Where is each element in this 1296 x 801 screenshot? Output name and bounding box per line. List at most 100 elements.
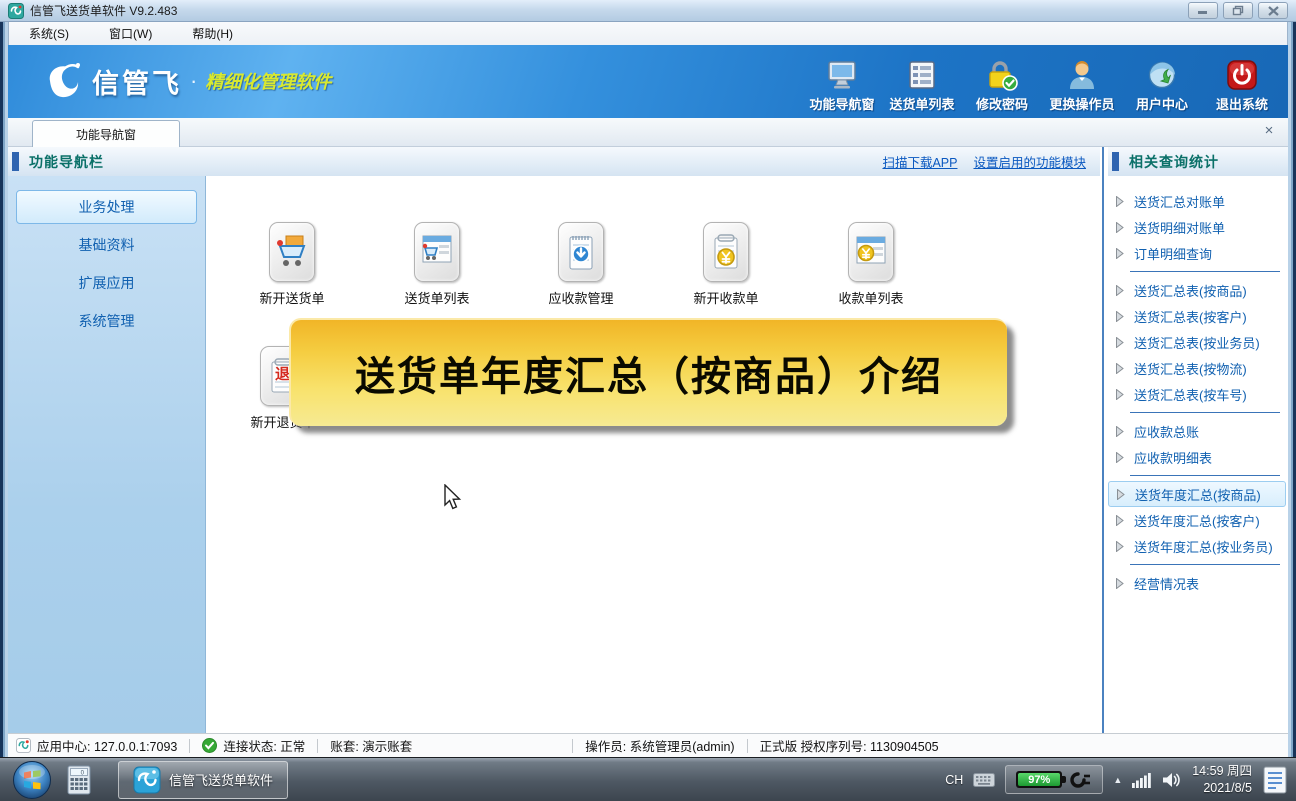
download-app-link[interactable]: 扫描下载APP: [882, 152, 957, 171]
window-title: 信管飞送货单软件 V9.2.483: [30, 2, 177, 19]
status-license: 正式版 授权序列号: 1130904505: [760, 736, 939, 755]
shortcut-receipt-list[interactable]: 收款单列表: [823, 222, 919, 307]
status-account: 账套: 演示账套: [330, 736, 412, 755]
shortcut-label: 收款单列表: [838, 288, 903, 307]
battery-percent: 97%: [1028, 774, 1050, 786]
separator: [572, 739, 573, 753]
shortcut-new-delivery[interactable]: 新开送货单: [244, 222, 340, 307]
calculator-icon[interactable]: 0: [66, 764, 92, 796]
divider: [1130, 564, 1280, 565]
shortcut-delivery-list[interactable]: 送货单列表: [389, 222, 485, 307]
ime-panel-icon[interactable]: [1262, 765, 1288, 795]
brand-separator: ·: [190, 68, 197, 94]
taskbar-app-button[interactable]: 信管飞送货单软件: [118, 761, 288, 799]
cart-icon: [269, 222, 315, 282]
query-item[interactable]: 送货汇总表(按客户): [1108, 303, 1288, 329]
tab-nav-window[interactable]: 功能导航窗: [32, 120, 180, 147]
taskbar-clock[interactable]: 14:59 周四 2021/8/5: [1192, 763, 1252, 797]
triangle-icon: [1116, 285, 1124, 296]
query-item[interactable]: 送货明细对账单: [1108, 214, 1288, 240]
toolbar-change-password-button[interactable]: 修改密码: [962, 51, 1042, 115]
separator: [747, 739, 748, 753]
triangle-icon: [1116, 337, 1124, 348]
query-item[interactable]: 送货年度汇总(按客户): [1108, 507, 1288, 533]
toolbar-label: 用户中心: [1136, 94, 1188, 113]
tray-expand-icon[interactable]: ▲: [1113, 775, 1122, 785]
accent-square: [1112, 152, 1119, 171]
menu-system[interactable]: 系统(S): [23, 22, 75, 45]
panel-divider: [1100, 147, 1108, 733]
menu-window[interactable]: 窗口(W): [103, 22, 158, 45]
status-bar: 应用中心: 127.0.0.1:7093 连接状态: 正常 账套: 演示账套 操…: [8, 733, 1288, 757]
query-item[interactable]: 送货汇总表(按物流): [1108, 355, 1288, 381]
toolbar-label: 更换操作员: [1049, 94, 1114, 113]
brand-logo: 信管飞 · 精细化管理软件: [40, 59, 331, 103]
menu-bar: 系统(S) 窗口(W) 帮助(H): [8, 22, 1288, 45]
tab-strip: 功能导航窗 ×: [8, 118, 1288, 147]
query-panel: 送货汇总对账单 送货明细对账单 订单明细查询 送货汇总表(按商品) 送货汇总表(…: [1108, 176, 1288, 733]
network-signal-icon[interactable]: [1132, 772, 1152, 788]
query-item[interactable]: 送货汇总表(按业务员): [1108, 329, 1288, 355]
toolbar-label: 修改密码: [976, 94, 1028, 113]
tab-close-icon[interactable]: ×: [1260, 122, 1278, 140]
ime-indicator[interactable]: CH: [945, 773, 963, 787]
triangle-icon: [1116, 248, 1124, 259]
query-item[interactable]: 订单明细查询: [1108, 240, 1288, 266]
sidebar-item-system[interactable]: 系统管理: [16, 302, 197, 340]
main-content: 新开送货单 送货单列表: [206, 176, 1100, 733]
query-item[interactable]: 应收款总账: [1108, 418, 1288, 444]
power-icon: [1226, 55, 1258, 91]
triangle-icon: [1116, 389, 1124, 400]
status-app-icon: [16, 738, 31, 753]
window-right-border: [1288, 22, 1296, 757]
triangle-icon: [1116, 222, 1124, 233]
sidebar-item-basic-data[interactable]: 基础资料: [16, 226, 197, 264]
keyboard-icon[interactable]: [973, 773, 995, 787]
close-button[interactable]: [1258, 2, 1288, 19]
status-connection: 连接状态: 正常: [223, 736, 305, 755]
battery-panel[interactable]: 97%: [1005, 765, 1103, 794]
triangle-icon: [1116, 363, 1124, 374]
menu-help[interactable]: 帮助(H): [186, 22, 239, 45]
accent-square: [12, 152, 19, 171]
sidebar-item-extensions[interactable]: 扩展应用: [16, 264, 197, 302]
toolbar-switch-operator-button[interactable]: 更换操作员: [1042, 51, 1122, 115]
status-app-center: 应用中心: 127.0.0.1:7093: [37, 736, 177, 755]
minimize-button[interactable]: [1188, 2, 1218, 19]
intro-banner: 送货单年度汇总（按商品）介绍: [289, 318, 1007, 426]
shortcut-label: 新开收款单: [693, 288, 758, 307]
banner-text: 送货单年度汇总（按商品）介绍: [355, 344, 943, 402]
toolbar-exit-button[interactable]: 退出系统: [1202, 51, 1282, 115]
shortcut-receivables[interactable]: 应收款管理: [533, 222, 629, 307]
toolbar-delivery-list-button[interactable]: 送货单列表: [882, 51, 962, 115]
triangle-icon: [1116, 311, 1124, 322]
query-item[interactable]: 应收款明细表: [1108, 444, 1288, 470]
speaker-icon[interactable]: [1162, 772, 1182, 788]
list-icon: [906, 55, 938, 91]
shortcut-label: 送货单列表: [404, 288, 469, 307]
start-button[interactable]: [12, 760, 52, 800]
sidebar-item-business[interactable]: 业务处理: [16, 190, 197, 224]
divider: [1130, 475, 1280, 476]
taskbar-app-label: 信管飞送货单软件: [169, 770, 273, 789]
system-tray: CH 97% ▲: [945, 763, 1296, 797]
query-item-selected[interactable]: 送货年度汇总(按商品): [1108, 481, 1286, 507]
shortcut-label: 应收款管理: [548, 288, 613, 307]
query-item[interactable]: 送货年度汇总(按业务员): [1108, 533, 1288, 559]
toolbar-label: 功能导航窗: [809, 94, 874, 113]
module-settings-link[interactable]: 设置启用的功能模块: [973, 152, 1086, 171]
query-item[interactable]: 送货汇总对账单: [1108, 188, 1288, 214]
lock-icon: [985, 55, 1019, 91]
shortcut-new-receipt[interactable]: 新开收款单: [678, 222, 774, 307]
right-panel-title: 相关查询统计: [1129, 152, 1219, 172]
query-item[interactable]: 经营情况表: [1108, 570, 1288, 596]
app-logo-icon: [8, 3, 24, 19]
restore-button[interactable]: [1223, 2, 1253, 19]
connection-ok-icon: [202, 738, 217, 753]
brand-name: 信管飞: [92, 62, 182, 101]
query-item[interactable]: 送货汇总表(按商品): [1108, 277, 1288, 303]
triangle-icon: [1116, 426, 1124, 437]
toolbar-user-center-button[interactable]: 用户中心: [1122, 51, 1202, 115]
query-item[interactable]: 送货汇总表(按车号): [1108, 381, 1288, 407]
toolbar-nav-window-button[interactable]: 功能导航窗: [802, 51, 882, 115]
